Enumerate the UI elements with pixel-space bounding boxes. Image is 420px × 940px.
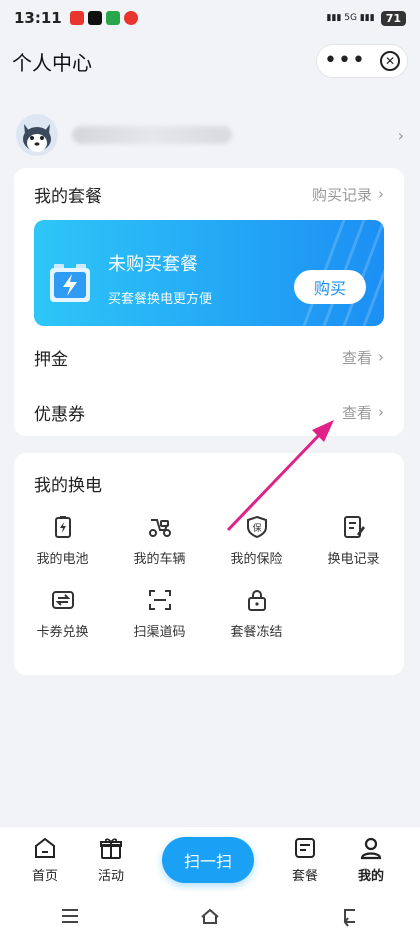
tab-activity[interactable]: 活动 [78,835,144,884]
status-app-icons [69,11,138,25]
coupon-exchange-item[interactable]: 卡券兑换 [14,587,111,640]
swap-grid: 我的电池 我的车辆 保 我的保险 换电记录 卡券兑换 扫渠道码 套餐冻结 [14,496,404,640]
swap-record-label: 换电记录 [327,552,380,567]
gift-icon [100,838,122,859]
tab-mine-label: 我的 [357,869,384,884]
status-bar: 13:11 ▮▮▮ 5G ▮▮▮ 71 [0,0,420,36]
banner-subtitle: 买套餐换电更方便 [108,292,213,307]
scan-channel-code-label: 扫渠道码 [133,625,186,640]
tab-package-label: 套餐 [291,869,318,884]
my-insurance-label: 我的保险 [230,552,283,567]
lock-icon [247,590,266,611]
swap-record-item[interactable]: 换电记录 [305,514,402,567]
banner-title: 未购买套餐 [108,254,198,275]
deposit-row[interactable]: 押金 查看 › [14,328,404,386]
purchase-history-label: 购买记录 [311,185,372,204]
tab-package[interactable]: 套餐 [272,835,338,884]
deposit-view-label: 查看 [341,348,372,367]
more-icon[interactable]: ••• [324,50,366,72]
scan-icon [148,590,171,610]
coupon-exchange-label: 卡券兑换 [36,625,89,640]
buy-button[interactable]: 购买 [294,270,366,304]
tab-home-label: 首页 [31,869,58,884]
coupon-view-label: 查看 [341,403,372,422]
my-vehicle-item[interactable]: 我的车辆 [111,514,208,567]
insurance-icon: 保 [246,515,267,539]
swap-section-title: 我的换电 [34,476,102,496]
package-title: 我的套餐 [34,186,102,207]
exchange-icon [51,591,74,609]
coupon-row[interactable]: 优惠券 查看 › [14,386,404,438]
home-icon [35,837,55,858]
package-list-icon [295,838,315,858]
svg-text:保: 保 [252,522,261,534]
my-vehicle-label: 我的车辆 [133,552,186,567]
coupon-view-link[interactable]: 查看 › [342,402,384,423]
weibo-icon [123,11,138,25]
chevron-right-icon: › [378,185,384,203]
package-freeze-label: 套餐冻结 [230,625,283,640]
scan-channel-code-item[interactable]: 扫渠道码 [111,587,208,640]
wechat-icon [105,11,120,25]
title-bar: 个人中心 ••• ✕ [0,36,420,86]
system-nav-bar [0,892,420,940]
tab-home[interactable]: 首页 [12,835,78,884]
home-nav-icon[interactable] [199,905,221,927]
chevron-right-icon: › [378,403,384,421]
record-icon [343,516,365,538]
scan-button[interactable]: 扫一扫 [162,836,254,883]
user-icon [360,837,382,860]
tab-mine[interactable]: 我的 [338,835,404,884]
coupon-label: 优惠券 [34,404,85,425]
my-insurance-item[interactable]: 保 我的保险 [208,514,305,567]
profile-row[interactable]: › [0,110,420,160]
battery-icon [54,516,71,538]
scooter-icon [148,519,171,537]
battery-level: 71 [380,10,406,26]
status-indicators: ▮▮▮ 5G ▮▮▮ 71 [326,10,406,26]
package-banner[interactable]: 未购买套餐 买套餐换电更方便 购买 [34,220,384,326]
chevron-right-icon: › [397,125,404,145]
my-battery-label: 我的电池 [36,552,89,567]
status-time: 13:11 [14,9,62,27]
tiktok-icon [87,11,102,25]
menu-icon[interactable] [59,905,81,927]
battery-illustration-icon [50,264,90,302]
my-battery-item[interactable]: 我的电池 [14,514,111,567]
app-notification-icon [69,11,84,25]
back-icon[interactable] [339,905,361,927]
close-icon[interactable]: ✕ [379,51,400,71]
page-title: 个人中心 [12,50,92,75]
tab-activity-label: 活动 [97,869,124,884]
package-card: 我的套餐 购买记录 › 未购买套餐 买套餐换电更方便 购买 押金 查看 › 优惠… [14,168,404,436]
avatar[interactable] [16,114,58,156]
package-header: 我的套餐 购买记录 › [14,168,404,220]
miniapp-capsule: ••• ✕ [316,44,408,78]
purchase-history-link[interactable]: 购买记录 › [312,184,384,205]
signal-icon: ▮▮▮ 5G ▮▮▮ [326,13,375,23]
chevron-right-icon: › [378,348,384,366]
battery-swap-card: 我的换电 我的电池 我的车辆 保 我的保险 换电记录 卡券兑换 扫渠道码 套餐冻… [14,453,404,675]
deposit-label: 押金 [34,349,68,370]
deposit-view-link[interactable]: 查看 › [342,347,384,368]
bottom-tab-bar: 首页 活动 扫一扫 套餐 我的 [0,826,420,892]
username-blurred [72,126,232,144]
package-freeze-item[interactable]: 套餐冻结 [208,587,305,640]
